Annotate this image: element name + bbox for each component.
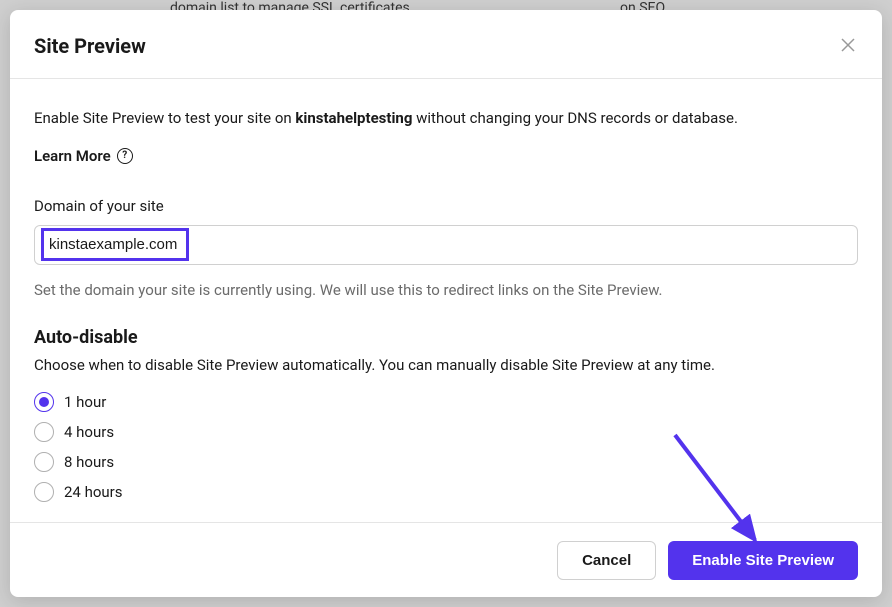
enable-site-preview-button[interactable]: Enable Site Preview — [668, 541, 858, 580]
help-icon: ? — [117, 148, 133, 164]
radio-icon — [34, 422, 54, 442]
learn-more-link[interactable]: Learn More ? — [34, 147, 133, 165]
radio-label: 8 hours — [64, 453, 114, 471]
radio-option-4-hours[interactable]: 4 hours — [34, 422, 858, 442]
domain-helper-text: Set the domain your site is currently us… — [34, 281, 858, 299]
radio-option-8-hours[interactable]: 8 hours — [34, 452, 858, 472]
radio-option-1-hour[interactable]: 1 hour — [34, 392, 858, 412]
domain-input[interactable] — [34, 225, 858, 265]
domain-input-wrapper — [34, 225, 858, 265]
auto-disable-title: Auto-disable — [34, 327, 858, 348]
site-preview-modal: Site Preview Enable Site Preview to test… — [10, 10, 882, 597]
domain-field-label: Domain of your site — [34, 197, 858, 215]
auto-disable-description: Choose when to disable Site Preview auto… — [34, 356, 858, 374]
radio-icon — [34, 482, 54, 502]
radio-option-24-hours[interactable]: 24 hours — [34, 482, 858, 502]
modal-footer: Cancel Enable Site Preview — [10, 522, 882, 598]
modal-title: Site Preview — [34, 34, 146, 58]
intro-suffix: without changing your DNS records or dat… — [412, 109, 738, 127]
radio-label: 1 hour — [64, 393, 106, 411]
close-icon — [841, 37, 855, 56]
intro-text: Enable Site Preview to test your site on… — [34, 107, 858, 130]
cancel-button[interactable]: Cancel — [557, 541, 656, 580]
close-button[interactable] — [838, 36, 858, 56]
radio-label: 4 hours — [64, 423, 114, 441]
intro-site-name: kinstahelptesting — [295, 109, 412, 127]
learn-more-label: Learn More — [34, 147, 111, 165]
radio-label: 24 hours — [64, 483, 123, 501]
auto-disable-radio-group: 1 hour 4 hours 8 hours 24 hours — [34, 392, 858, 502]
modal-header: Site Preview — [10, 10, 882, 79]
radio-icon — [34, 392, 54, 412]
intro-prefix: Enable Site Preview to test your site on — [34, 109, 295, 127]
radio-icon — [34, 452, 54, 472]
modal-body: Enable Site Preview to test your site on… — [10, 79, 882, 522]
